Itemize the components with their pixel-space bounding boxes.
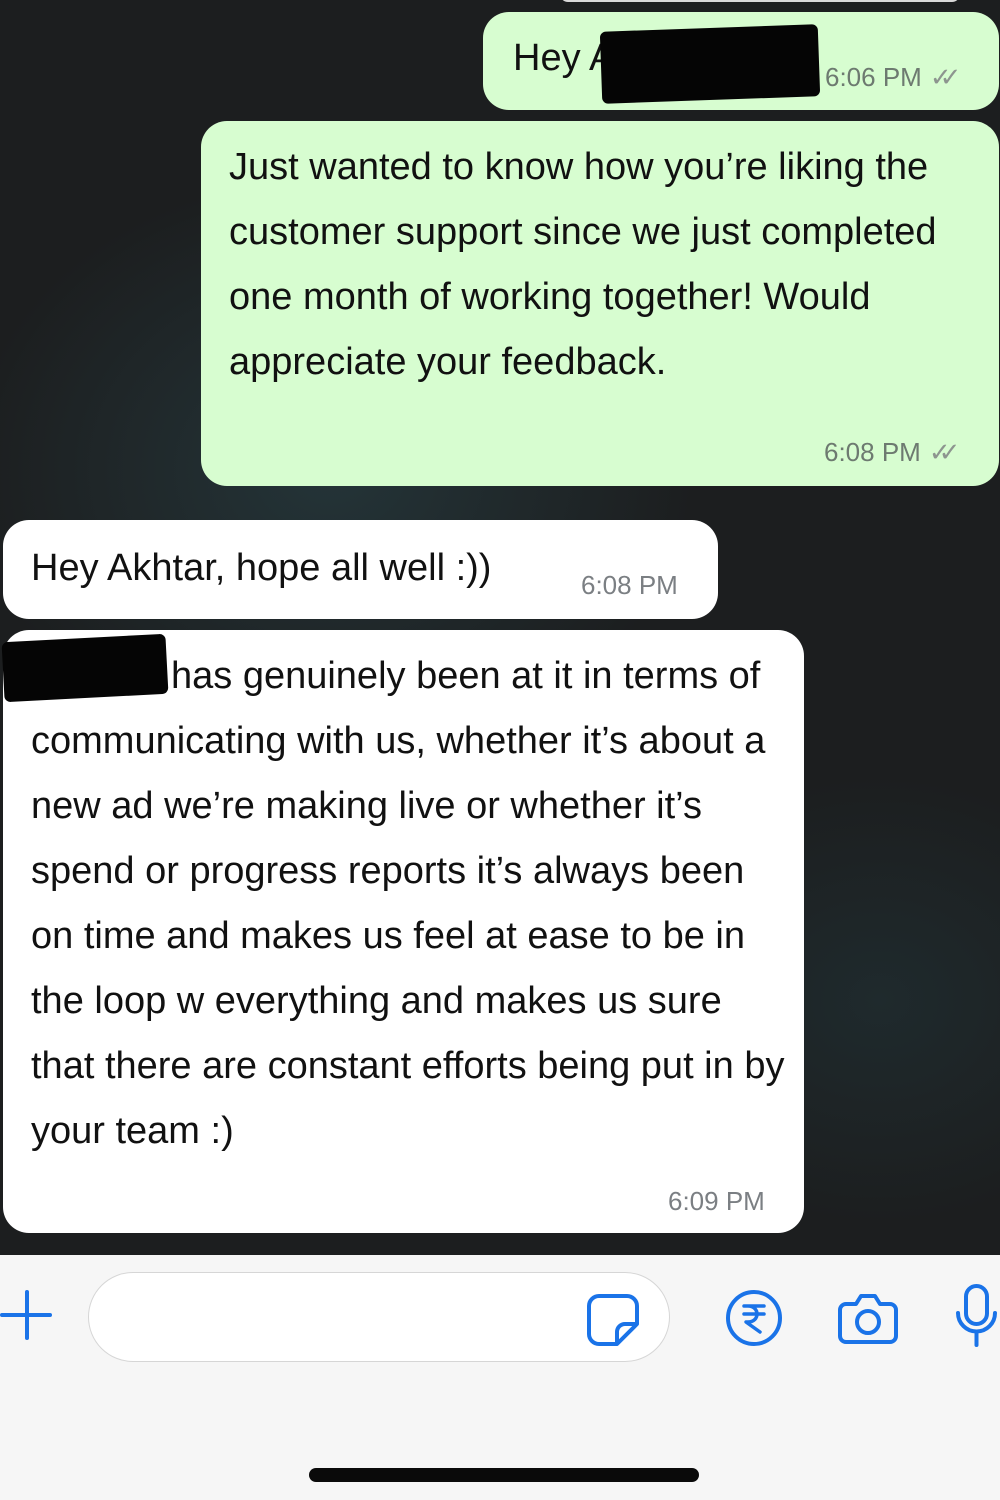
read-receipt-icon: ✓✓ xyxy=(928,437,960,467)
microphone-icon[interactable] xyxy=(953,1283,1000,1351)
sticker-icon[interactable] xyxy=(585,1292,641,1348)
previous-bubble-edge xyxy=(560,0,960,2)
message-text: has genuinely been at it in terms of com… xyxy=(31,655,785,1152)
redaction-block xyxy=(1,633,169,703)
message-text: Hey Akhtar, hope all well :)) xyxy=(31,547,492,589)
redaction-block xyxy=(599,24,821,104)
message-time: 6:09 PM xyxy=(668,1186,765,1216)
read-receipt-icon: ✓✓ xyxy=(929,62,961,92)
message-text: Just wanted to know how you’re liking th… xyxy=(229,146,937,383)
plus-icon[interactable] xyxy=(0,1288,54,1342)
message-input[interactable] xyxy=(88,1272,670,1362)
incoming-message[interactable]: Hey Akhtar, hope all well :)) 6:08 PM xyxy=(3,520,718,619)
message-time: 6:06 PM xyxy=(825,62,922,92)
outgoing-message[interactable]: Hey A 6:06 PM ✓✓ xyxy=(483,12,999,110)
camera-icon[interactable] xyxy=(836,1288,900,1348)
message-meta: 6:09 PM xyxy=(668,1186,765,1216)
incoming-message[interactable]: has genuinely been at it in terms of com… xyxy=(1,630,804,1233)
message-meta: 6:08 PM ✓✓ xyxy=(824,437,960,467)
message-time: 6:08 PM xyxy=(581,570,678,600)
chat-area: Hey A 6:06 PM ✓✓ Just wanted to know how … xyxy=(0,0,1000,1255)
message-meta: 6:06 PM ✓✓ xyxy=(825,62,961,92)
rupee-payment-icon[interactable] xyxy=(724,1288,784,1348)
message-time: 6:08 PM xyxy=(824,437,921,467)
home-indicator xyxy=(309,1468,699,1482)
outgoing-message[interactable]: Just wanted to know how you’re liking th… xyxy=(201,121,999,486)
message-meta: 6:08 PM xyxy=(581,570,678,600)
